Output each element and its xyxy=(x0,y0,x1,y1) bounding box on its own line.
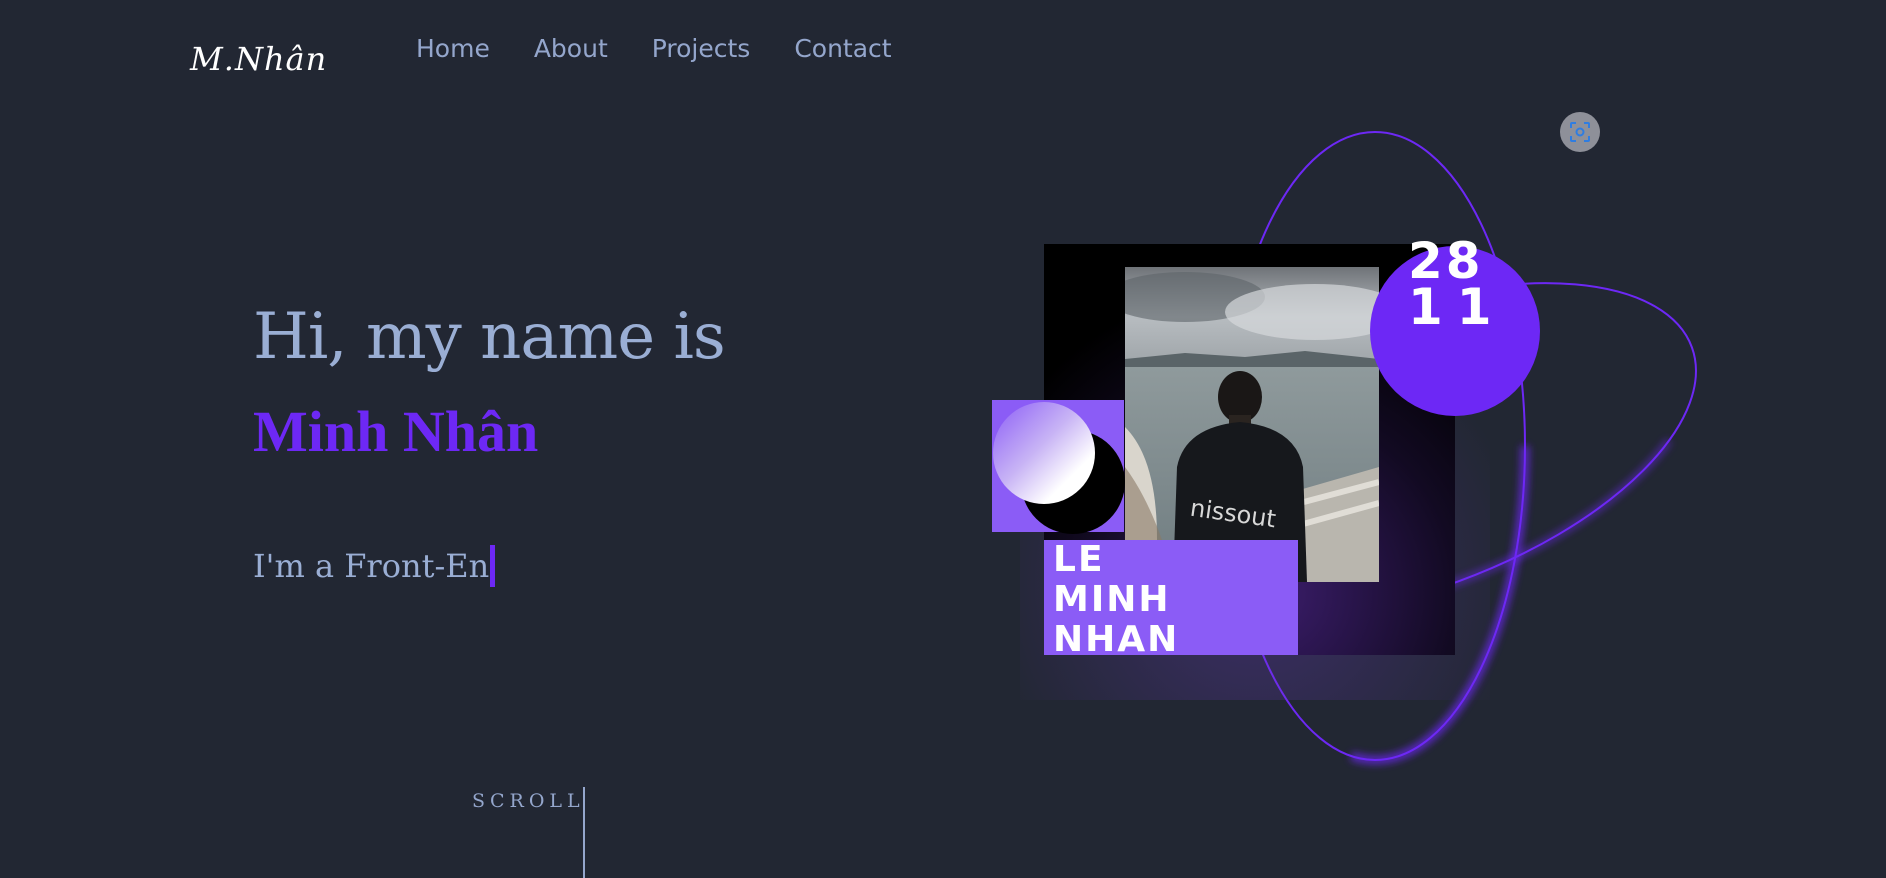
poster-name-line-1: LE xyxy=(1053,539,1105,580)
nav-about[interactable]: About xyxy=(534,34,608,63)
nav-projects[interactable]: Projects xyxy=(652,34,751,63)
poster-name-line-2: MINH xyxy=(1053,579,1171,620)
poster-name-line-3: NHAN xyxy=(1053,619,1180,660)
nav-contact[interactable]: Contact xyxy=(794,34,891,63)
scroll-label[interactable]: SCROLL xyxy=(472,790,585,812)
scroll-line xyxy=(583,787,585,878)
screenshot-button[interactable] xyxy=(1560,112,1600,152)
poster-name-text: LE MINH NHAN xyxy=(1053,540,1179,660)
hero-name: Minh Nhân xyxy=(253,399,539,464)
date-month: 11 xyxy=(1408,278,1506,336)
typing-text: I'm a Front-En xyxy=(253,547,490,585)
typing-line: I'm a Front-En xyxy=(253,545,496,587)
nav-home[interactable]: Home xyxy=(416,34,490,63)
decor-gradient-circle xyxy=(993,402,1095,504)
main-nav: Home About Projects Contact xyxy=(416,34,892,63)
profile-photo-image: nissout xyxy=(1125,267,1379,582)
typing-caret xyxy=(490,545,496,587)
screenshot-capture-icon xyxy=(1570,122,1590,142)
site-logo[interactable]: M.Nhân xyxy=(190,40,327,78)
hero-greeting: Hi, my name is xyxy=(253,300,726,374)
profile-photo: nissout xyxy=(1125,267,1379,582)
date-text: 28 11 xyxy=(1408,236,1506,336)
